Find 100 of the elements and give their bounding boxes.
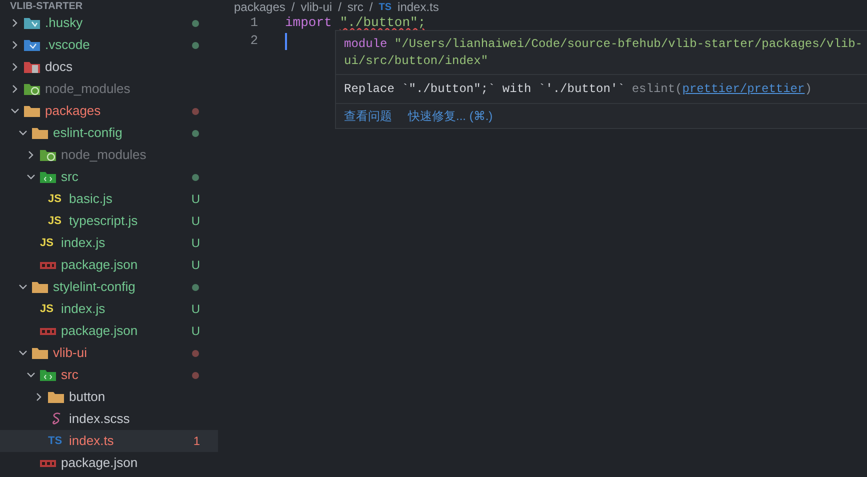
folder-row[interactable]: .husky xyxy=(0,12,218,34)
sass-file-icon xyxy=(51,412,63,426)
rule-link[interactable]: prettier/prettier xyxy=(682,80,805,98)
hover-action-link[interactable]: 快速修复... (⌘.) xyxy=(408,107,493,125)
chevron-icon xyxy=(10,84,20,94)
ts-file-icon: TS xyxy=(48,432,66,450)
breadcrumb-separator: / xyxy=(338,0,342,14)
breadcrumb-item[interactable]: src xyxy=(347,0,364,14)
lint-message: Replace `"./button";` with `'./button'` xyxy=(344,81,625,98)
status-letter: U xyxy=(191,323,200,340)
breadcrumb-item[interactable]: vlib-ui xyxy=(300,0,332,14)
folder-row[interactable]: node_modules xyxy=(0,144,218,166)
chevron-icon xyxy=(18,348,28,358)
chevron-icon xyxy=(26,150,36,160)
file-row[interactable]: package.json U xyxy=(0,254,218,276)
file-name: index.ts xyxy=(69,432,114,450)
code-token: import xyxy=(285,14,332,32)
file-name: index.scss xyxy=(69,410,130,428)
js-file-icon: JS xyxy=(40,234,58,252)
file-name: index.js xyxy=(61,234,106,252)
file-name: node_modules xyxy=(45,80,130,98)
explorer-title: VLIB-STARTER xyxy=(10,1,83,12)
chevron-icon xyxy=(10,106,20,116)
chevron-icon xyxy=(26,172,36,182)
chevron-icon xyxy=(10,40,20,50)
folder-row[interactable]: node_modules xyxy=(0,78,218,100)
node-folder-icon xyxy=(24,82,40,96)
folder-icon xyxy=(48,390,64,404)
module-path: module "/Users/lianhaiwei/Code/source-bfehub/vlib-starter/packages/vlib-ui/src/button/index" xyxy=(344,36,864,70)
folder-row[interactable]: button xyxy=(0,386,218,408)
status-letter: U xyxy=(191,235,200,252)
file-row[interactable]: TS index.ts 1 xyxy=(0,430,218,452)
file-name: package.json xyxy=(61,256,138,274)
file-name: .vscode xyxy=(45,36,90,54)
file-name: basic.js xyxy=(69,190,112,208)
chevron-icon xyxy=(34,392,44,402)
breadcrumb-separator: / xyxy=(291,0,295,14)
file-row[interactable]: JS index.js U xyxy=(0,298,218,320)
ts-file-icon: TS xyxy=(378,0,392,14)
folder-row[interactable]: eslint-config xyxy=(0,122,218,144)
breadcrumb-item[interactable]: packages xyxy=(234,0,286,14)
line-number: 1 xyxy=(249,14,258,32)
folder-row[interactable]: .vscode xyxy=(0,34,218,56)
folder-icon xyxy=(32,280,48,294)
folder-icon xyxy=(32,346,48,360)
breadcrumb-item[interactable]: index.ts xyxy=(398,0,439,14)
folder-row[interactable]: packages xyxy=(0,100,218,122)
file-row[interactable]: index.scss xyxy=(0,408,218,430)
status-letter: U xyxy=(191,257,200,274)
file-name: index.js xyxy=(61,300,106,318)
folder-icon xyxy=(24,104,40,118)
folder-row[interactable]: src xyxy=(0,364,218,386)
folder-row[interactable]: src xyxy=(0,166,218,188)
chevron-icon xyxy=(10,62,20,72)
folder-icon xyxy=(32,126,48,140)
file-name: vlib-ui xyxy=(53,344,87,362)
code-folder-icon xyxy=(40,368,56,382)
file-name: .husky xyxy=(45,14,83,32)
file-name: src xyxy=(61,366,78,384)
file-name: package.json xyxy=(61,454,138,472)
line-number: 2 xyxy=(249,32,258,50)
file-name: package.json xyxy=(61,322,138,340)
file-name: node_modules xyxy=(61,146,146,164)
status-letter: 1 xyxy=(193,433,200,450)
folder-row[interactable]: stylelint-config xyxy=(0,276,218,298)
file-name: stylelint-config xyxy=(53,278,136,296)
status-letter: U xyxy=(191,213,200,230)
file-name: typescript.js xyxy=(69,212,138,230)
code-folder-icon xyxy=(40,170,56,184)
package-file-icon xyxy=(40,460,56,466)
check-folder-icon xyxy=(24,16,40,30)
check-folder-icon xyxy=(24,38,40,52)
js-file-icon: JS xyxy=(48,212,66,230)
file-name: button xyxy=(69,388,106,406)
file-name: docs xyxy=(45,58,72,76)
package-file-icon xyxy=(40,328,56,334)
js-file-icon: JS xyxy=(40,300,58,318)
folder-row[interactable]: docs xyxy=(0,56,218,78)
file-name: src xyxy=(61,168,78,186)
file-name: packages xyxy=(45,102,101,120)
chevron-icon xyxy=(10,18,20,28)
file-row[interactable]: JS typescript.js U xyxy=(0,210,218,232)
code-token: "./button"; xyxy=(340,14,426,32)
node-folder-icon xyxy=(40,148,56,162)
file-row[interactable]: JS basic.js U xyxy=(0,188,218,210)
file-row[interactable]: JS index.js U xyxy=(0,232,218,254)
chevron-icon xyxy=(18,128,28,138)
folder-row[interactable]: vlib-ui xyxy=(0,342,218,364)
file-row[interactable]: package.json U xyxy=(0,320,218,342)
package-file-icon xyxy=(40,262,56,268)
hover-action-link[interactable]: 查看问题 xyxy=(344,107,392,125)
status-letter: U xyxy=(191,301,200,318)
chevron-icon xyxy=(26,370,36,380)
file-row[interactable]: package.json xyxy=(0,452,218,474)
breadcrumb-separator: / xyxy=(369,0,373,14)
lint-source: eslint( xyxy=(632,81,682,98)
chevron-icon xyxy=(18,282,28,292)
status-letter: U xyxy=(191,191,200,208)
file-name: eslint-config xyxy=(53,124,122,142)
docs-folder-icon xyxy=(24,60,40,74)
